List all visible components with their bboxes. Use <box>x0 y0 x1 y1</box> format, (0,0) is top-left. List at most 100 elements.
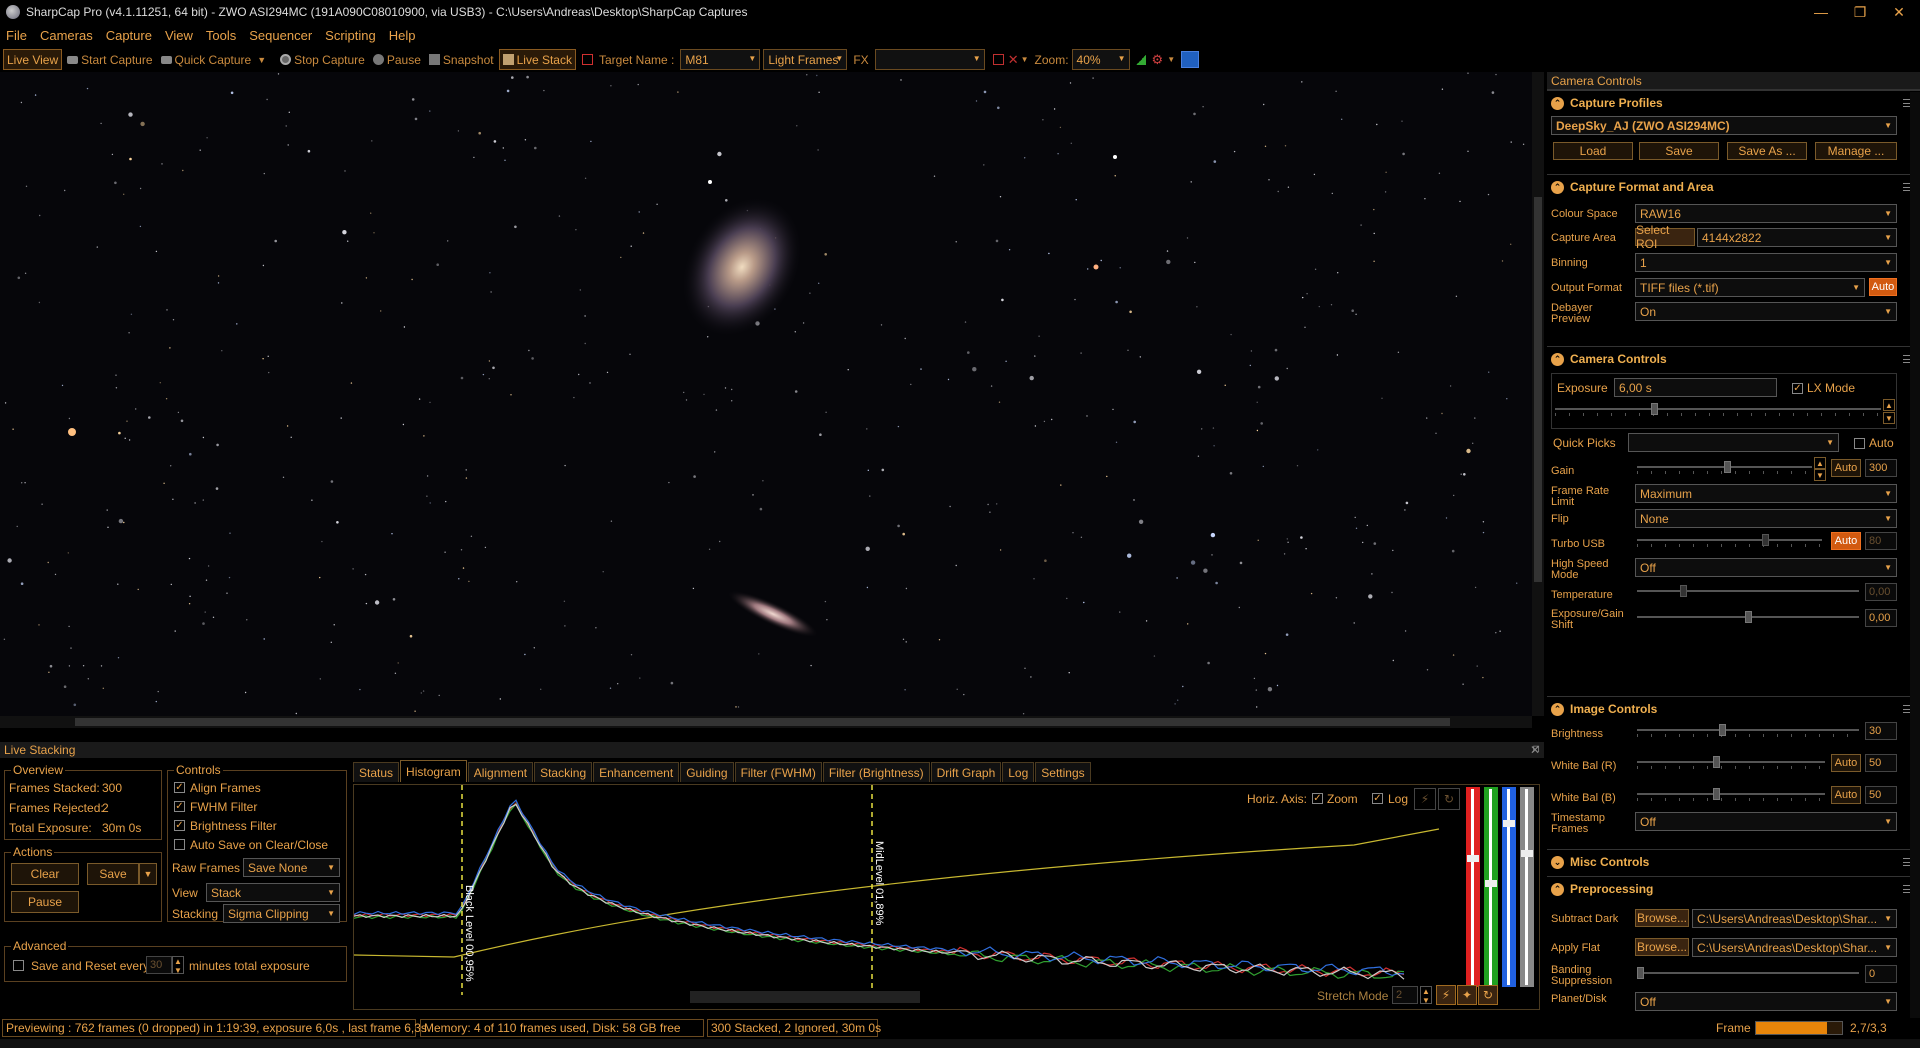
gain-down-icon[interactable]: ▼ <box>1814 469 1826 481</box>
histogram-log-checkbox[interactable]: ✓ <box>1372 793 1383 804</box>
settings-gear-icon[interactable]: ⚙ <box>1152 52 1164 68</box>
banding-slider[interactable] <box>1637 967 1859 979</box>
misc-controls-header[interactable]: ⌄ Misc Controls <box>1547 850 1920 874</box>
gain-value[interactable]: 300 <box>1865 459 1897 477</box>
collapse-icon[interactable]: ⌃ <box>1551 702 1564 716</box>
collapse-icon[interactable]: ⌃ <box>1551 180 1564 194</box>
turbo-usb-auto-button[interactable]: Auto <box>1831 532 1861 550</box>
live-view-button[interactable]: Live View <box>3 49 63 70</box>
white-balance-blue-value[interactable]: 50 <box>1865 786 1897 804</box>
preprocessing-header[interactable]: ⌃ Preprocessing <box>1547 877 1920 901</box>
brightness-slider[interactable] <box>1637 724 1859 737</box>
tab-drift-graph[interactable]: Drift Graph <box>930 762 1002 782</box>
quick-capture-button[interactable]: Quick Capture ▼ <box>158 49 270 70</box>
zoom-combo[interactable]: 40% ▼ <box>1071 49 1130 70</box>
quick-picks-auto-checkbox[interactable] <box>1854 438 1865 449</box>
pause-stack-button[interactable]: Pause <box>11 891 79 913</box>
turbo-usb-value[interactable]: 80 <box>1865 532 1897 550</box>
polar-align-icon[interactable] <box>1181 51 1200 68</box>
sparkle-stretch-icon[interactable]: ✦ <box>1457 985 1477 1005</box>
fwhm-filter-checkbox[interactable]: ✓ <box>174 801 185 812</box>
white-balance-red-value[interactable]: 50 <box>1865 754 1897 772</box>
chevron-down-icon[interactable]: ▼ <box>1167 55 1175 64</box>
pause-button[interactable]: Pause <box>370 49 424 70</box>
menu-capture[interactable]: Capture <box>106 28 152 43</box>
menu-cameras[interactable]: Cameras <box>40 28 93 43</box>
tab-alignment[interactable]: Alignment <box>467 762 534 782</box>
image-preview[interactable] <box>0 72 1532 716</box>
expand-icon[interactable]: ⌄ <box>1551 855 1564 869</box>
gain-auto-button[interactable]: Auto <box>1831 459 1861 477</box>
gain-up-icon[interactable]: ▲ <box>1814 457 1826 469</box>
camera-controls-header[interactable]: ⌃ Camera Controls <box>1547 347 1920 371</box>
menu-view[interactable]: View <box>165 28 193 43</box>
tab-log[interactable]: Log <box>1002 762 1035 782</box>
quick-picks-select[interactable]: ▼ <box>1628 433 1839 452</box>
stacking-method-select[interactable]: Sigma Clipping ▼ <box>223 904 340 923</box>
high-speed-select[interactable]: Off ▼ <box>1635 558 1897 577</box>
tab-filter-brightness[interactable]: Filter (Brightness) <box>822 762 930 782</box>
brightness-filter-checkbox[interactable]: ✓ <box>174 820 185 831</box>
save-and-reset-checkbox[interactable] <box>13 960 24 971</box>
reticle-icon[interactable] <box>992 54 1004 65</box>
menu-sequencer[interactable]: Sequencer <box>249 28 312 43</box>
subtract-dark-select[interactable]: C:\Users\Andreas\Desktop\Shar... ▼ <box>1692 909 1897 928</box>
histogram-zoom-checkbox[interactable]: ✓ <box>1312 793 1323 804</box>
menu-scripting[interactable]: Scripting <box>325 28 376 43</box>
lightning-stretch-icon[interactable]: ⚡ <box>1436 985 1456 1005</box>
tab-histogram[interactable]: Histogram <box>400 760 467 782</box>
tab-guiding[interactable]: Guiding <box>680 762 734 782</box>
collapse-icon[interactable]: ⌃ <box>1551 882 1564 896</box>
frame-rate-select[interactable]: Maximum ▼ <box>1635 484 1897 503</box>
exposure-down-icon[interactable]: ▼ <box>1883 412 1895 424</box>
white-balance-red-slider[interactable] <box>1637 756 1825 769</box>
start-capture-button[interactable]: Start Capture <box>64 49 155 70</box>
image-controls-header[interactable]: ⌃ Image Controls <box>1547 697 1920 721</box>
auto-save-checkbox[interactable] <box>174 839 185 850</box>
auto-stretch-icon[interactable]: ⚡ <box>1414 788 1436 810</box>
tab-stacking[interactable]: Stacking <box>534 762 593 782</box>
histogram-view[interactable]: Black Level 00,95% MidLevel 01,89% Horiz.… <box>353 784 1540 1010</box>
stop-capture-button[interactable]: Stop Capture <box>277 49 368 70</box>
reset-stretch-icon[interactable]: ↻ <box>1438 788 1460 810</box>
manage-profiles-button[interactable]: Manage ... <box>1815 142 1897 160</box>
save-stack-button[interactable]: Save <box>87 863 139 885</box>
reset-levels-icon[interactable]: ↻ <box>1478 985 1498 1005</box>
snapshot-button[interactable]: Snapshot <box>426 49 497 70</box>
lx-mode-checkbox[interactable]: ✓ <box>1792 383 1803 394</box>
histogram-scroll-thumb[interactable] <box>690 991 920 1003</box>
target-name-combo[interactable]: M81 ▼ <box>680 49 761 70</box>
apply-flat-select[interactable]: C:\Users\Andreas\Desktop\Shar... ▼ <box>1692 938 1897 957</box>
menu-help[interactable]: Help <box>389 28 416 43</box>
tab-settings[interactable]: Settings <box>1035 762 1091 782</box>
align-frames-checkbox[interactable]: ✓ <box>174 782 185 793</box>
image-vertical-scrollbar[interactable] <box>1532 72 1544 716</box>
timestamp-select[interactable]: Off ▼ <box>1635 812 1897 831</box>
histogram-icon[interactable] <box>1135 54 1146 65</box>
apply-flat-browse-button[interactable]: Browse... <box>1635 938 1689 956</box>
brightness-value[interactable]: 30 <box>1865 722 1897 740</box>
profile-select[interactable]: DeepSky_AJ (ZWO ASI294MC) ▼ <box>1551 116 1897 135</box>
banding-value[interactable]: 0 <box>1865 965 1897 983</box>
chevron-down-icon[interactable]: ▼ <box>1021 55 1029 64</box>
capture-area-select[interactable]: 4144x2822 ▼ <box>1697 228 1897 247</box>
exposure-slider[interactable] <box>1555 403 1881 416</box>
subtract-dark-browse-button[interactable]: Browse... <box>1635 909 1689 927</box>
white-balance-blue-auto-button[interactable]: Auto <box>1831 786 1861 804</box>
flip-select[interactable]: None ▼ <box>1635 509 1897 528</box>
save-profile-button[interactable]: Save <box>1639 142 1719 160</box>
collapse-icon[interactable]: ⌃ <box>1551 96 1564 110</box>
tab-filter-fwhm[interactable]: Filter (FWHM) <box>734 762 822 782</box>
frame-type-combo[interactable]: Light Frames ▼ <box>763 49 848 70</box>
horizontal-scroll-thumb[interactable] <box>75 718 1450 726</box>
crosshair-icon[interactable]: ✕ <box>1008 52 1019 68</box>
white-balance-red-auto-button[interactable]: Auto <box>1831 754 1861 772</box>
minutes-stepper-icon[interactable]: ▲ ▼ <box>172 956 184 975</box>
exposure-up-icon[interactable]: ▲ <box>1883 399 1895 411</box>
save-options-chevron-icon[interactable]: ▼ <box>139 863 157 885</box>
turbo-usb-slider[interactable] <box>1637 534 1822 547</box>
save-as-profile-button[interactable]: Save As ... <box>1727 142 1807 160</box>
raw-frames-select[interactable]: Save None ▼ <box>243 858 340 877</box>
target-icon[interactable] <box>581 54 593 65</box>
tab-status[interactable]: Status <box>353 762 400 782</box>
